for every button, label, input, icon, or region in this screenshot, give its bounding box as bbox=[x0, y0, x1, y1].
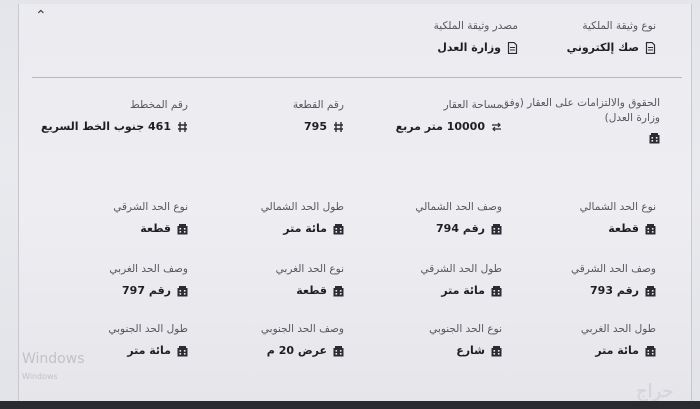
grid-icon bbox=[178, 122, 187, 132]
west-type-value-row: قطعة bbox=[276, 284, 344, 298]
west-length-value: مائة متر bbox=[595, 344, 639, 357]
deed-source-value-row: وزارة العدل bbox=[434, 41, 518, 55]
parcel-number-label: رقم القطعة bbox=[292, 99, 344, 111]
south-length-label: طول الحد الجنوبي bbox=[108, 323, 188, 335]
windows-activation-watermark: Windows Windows bbox=[22, 352, 85, 384]
building-icon bbox=[177, 346, 188, 357]
arrows-icon bbox=[492, 122, 501, 132]
plan-number-label: رقم المخطط bbox=[130, 99, 188, 111]
area-value-row: 10000 متر مربع bbox=[396, 120, 502, 134]
east-length-value: مائة متر bbox=[441, 284, 485, 297]
west-length-value-row: مائة متر bbox=[581, 344, 656, 358]
north-length-field: طول الحد الشمالي مائة متر bbox=[261, 200, 344, 236]
plan-number-value: 461 جنوب الخط السريع bbox=[40, 120, 171, 133]
watermark-title: Windows bbox=[22, 351, 85, 367]
north-length-value: مائة متر bbox=[283, 222, 327, 235]
east-desc-field: وصف الحد الشرقي رقم 793 bbox=[571, 262, 656, 298]
grid-icon bbox=[334, 122, 343, 132]
south-length-value-row: مائة متر bbox=[108, 344, 188, 358]
building-icon bbox=[649, 133, 660, 144]
building-icon bbox=[491, 224, 502, 235]
north-desc-value: رقم 794 bbox=[436, 222, 485, 235]
building-icon bbox=[491, 346, 502, 357]
north-type-field: نوع الحد الشمالي قطعة bbox=[580, 200, 656, 236]
north-length-label: طول الحد الشمالي bbox=[260, 201, 344, 213]
south-type-value: شارع bbox=[456, 344, 485, 357]
west-desc-field: وصف الحد الغربي رقم 797 bbox=[109, 262, 188, 298]
deed-type-label: نوع وثيقة الملكية bbox=[582, 20, 656, 32]
building-icon bbox=[491, 286, 502, 297]
parcel-number-value-row: 795 bbox=[293, 120, 344, 134]
deed-source-field: مصدر وثيقة الملكية وزارة العدل bbox=[434, 19, 518, 55]
east-desc-value: رقم 793 bbox=[590, 284, 639, 297]
west-desc-label: وصف الحد الغربي bbox=[109, 263, 188, 275]
east-type-value: قطعة bbox=[140, 222, 171, 235]
deed-source-value: وزارة العدل bbox=[437, 41, 501, 54]
building-icon bbox=[333, 224, 344, 235]
west-type-value: قطعة bbox=[296, 284, 327, 297]
rights-field: الحقوق والالتزامات على العقار (وفق وزارة… bbox=[500, 96, 660, 144]
south-type-value-row: شارع bbox=[429, 344, 502, 358]
south-desc-field: وصف الحد الجنوبي عرض 20 م bbox=[261, 322, 344, 358]
plan-number-value-row: 461 جنوب الخط السريع bbox=[41, 120, 188, 134]
west-length-field: طول الحد الغربي مائة متر bbox=[581, 322, 656, 358]
area-label: مساحة العقار bbox=[443, 99, 502, 111]
deed-type-value: صك إلكتروني bbox=[566, 41, 639, 54]
east-length-field: طول الحد الشرقي مائة متر bbox=[420, 262, 502, 298]
building-icon bbox=[177, 224, 188, 235]
north-type-value: قطعة bbox=[608, 222, 639, 235]
area-field: مساحة العقار 10000 متر مربع bbox=[396, 98, 502, 134]
east-length-label: طول الحد الشرقي bbox=[420, 263, 502, 275]
deed-type-value-row: صك إلكتروني bbox=[567, 41, 656, 55]
east-type-value-row: قطعة bbox=[113, 222, 188, 236]
south-desc-label: وصف الحد الجنوبي bbox=[260, 323, 344, 335]
building-icon bbox=[333, 286, 344, 297]
rights-label: الحقوق والالتزامات على العقار (وفق وزارة… bbox=[500, 97, 660, 124]
east-type-field: نوع الحد الشرقي قطعة bbox=[113, 200, 188, 236]
west-type-field: نوع الحد الغربي قطعة bbox=[276, 262, 344, 298]
document-icon bbox=[645, 42, 656, 54]
east-type-label: نوع الحد الشرقي bbox=[113, 201, 188, 213]
haraj-logo: حراج bbox=[636, 381, 674, 402]
south-type-label: نوع الحد الجنوبي bbox=[429, 323, 502, 335]
parcel-number-field: رقم القطعة 795 bbox=[293, 98, 344, 134]
north-type-label: نوع الحد الشمالي bbox=[579, 201, 656, 213]
west-desc-value: رقم 797 bbox=[122, 284, 171, 297]
bottom-bezel bbox=[0, 401, 700, 409]
building-icon bbox=[645, 346, 656, 357]
deed-type-field: نوع وثيقة الملكية صك إلكتروني bbox=[567, 19, 656, 55]
section-divider bbox=[32, 77, 682, 78]
west-type-label: نوع الحد الغربي bbox=[275, 263, 344, 275]
parcel-number-value: 795 bbox=[304, 120, 327, 133]
building-icon bbox=[177, 286, 188, 297]
east-desc-value-row: رقم 793 bbox=[571, 284, 656, 298]
north-desc-label: وصف الحد الشمالي bbox=[415, 201, 502, 213]
west-length-label: طول الحد الغربي bbox=[580, 323, 656, 335]
building-icon bbox=[645, 224, 656, 235]
document-icon bbox=[507, 42, 518, 54]
north-desc-value-row: رقم 794 bbox=[415, 222, 502, 236]
east-length-value-row: مائة متر bbox=[420, 284, 502, 298]
south-type-field: نوع الحد الجنوبي شارع bbox=[429, 322, 502, 358]
north-type-value-row: قطعة bbox=[580, 222, 656, 236]
watermark-subtitle: Windows bbox=[22, 372, 58, 381]
south-length-value: مائة متر bbox=[127, 344, 171, 357]
app-screen: ⌃ نوع وثيقة الملكية صك إلكتروني مصدر وثي… bbox=[0, 0, 700, 409]
east-desc-label: وصف الحد الشرقي bbox=[571, 263, 656, 275]
area-value: 10000 متر مربع bbox=[395, 120, 485, 133]
south-length-field: طول الحد الجنوبي مائة متر bbox=[108, 322, 188, 358]
deed-source-label: مصدر وثيقة الملكية bbox=[433, 20, 518, 32]
building-icon bbox=[333, 346, 344, 357]
north-length-value-row: مائة متر bbox=[261, 222, 344, 236]
south-desc-value-row: عرض 20 م bbox=[261, 344, 344, 358]
north-desc-field: وصف الحد الشمالي رقم 794 bbox=[415, 200, 502, 236]
south-desc-value: عرض 20 م bbox=[266, 344, 327, 357]
plan-number-field: رقم المخطط 461 جنوب الخط السريع bbox=[41, 98, 188, 134]
building-icon bbox=[645, 286, 656, 297]
collapse-caret-icon[interactable]: ⌃ bbox=[35, 9, 47, 23]
west-desc-value-row: رقم 797 bbox=[109, 284, 188, 298]
